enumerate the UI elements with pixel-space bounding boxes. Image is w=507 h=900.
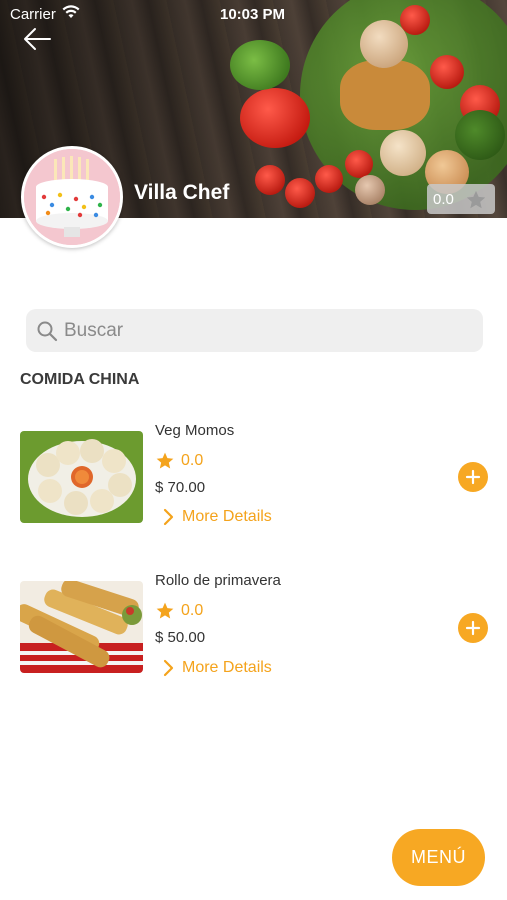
more-details-label: More Details xyxy=(182,508,272,525)
plus-icon xyxy=(465,469,481,485)
item-rating: 0.0 xyxy=(155,601,203,621)
add-to-cart-button[interactable] xyxy=(458,613,488,643)
item-price: $ 70.00 xyxy=(155,479,206,496)
chevron-right-icon xyxy=(163,508,174,526)
chef-avatar xyxy=(21,146,123,248)
star-icon xyxy=(156,602,174,619)
chef-rating-badge: 0.0 xyxy=(427,184,495,214)
item-name: Rollo de primavera xyxy=(155,572,281,589)
back-button[interactable] xyxy=(22,26,56,56)
more-details-link[interactable]: More Details xyxy=(162,508,272,526)
chef-rating-value: 0.0 xyxy=(433,190,454,208)
clock-label: 10:03 PM xyxy=(220,6,286,23)
star-icon xyxy=(156,452,174,469)
star-icon xyxy=(466,190,486,209)
cake-image xyxy=(24,149,120,245)
item-rating-value: 0.0 xyxy=(181,452,204,469)
search-bar[interactable] xyxy=(26,309,483,352)
more-details-label: More Details xyxy=(182,659,272,676)
more-details-link[interactable]: More Details xyxy=(162,659,272,677)
item-price: $ 50.00 xyxy=(155,629,206,646)
list-item[interactable]: Veg Momos 0.0 $ 70.00 More Details xyxy=(0,420,507,526)
item-rating-value: 0.0 xyxy=(181,602,204,619)
menu-button[interactable]: MENÚ xyxy=(392,829,485,886)
chevron-right-icon xyxy=(163,659,174,677)
back-arrow-icon xyxy=(24,28,51,50)
item-name: Veg Momos xyxy=(155,422,235,439)
add-to-cart-button[interactable] xyxy=(458,462,488,492)
item-rating: 0.0 xyxy=(155,451,203,471)
chef-name: Villa Chef xyxy=(134,181,230,204)
wifi-icon xyxy=(62,5,80,23)
category-title: COMIDA CHINA xyxy=(20,371,140,388)
item-image xyxy=(20,581,143,673)
search-icon xyxy=(37,321,58,341)
status-bar: Carrier 10:03 PM xyxy=(0,0,507,28)
plus-icon xyxy=(465,620,481,636)
search-input[interactable] xyxy=(64,319,444,342)
item-image xyxy=(20,431,143,523)
list-item[interactable]: Rollo de primavera 0.0 $ 50.00 More Deta… xyxy=(0,570,507,677)
carrier-label: Carrier xyxy=(10,6,56,23)
